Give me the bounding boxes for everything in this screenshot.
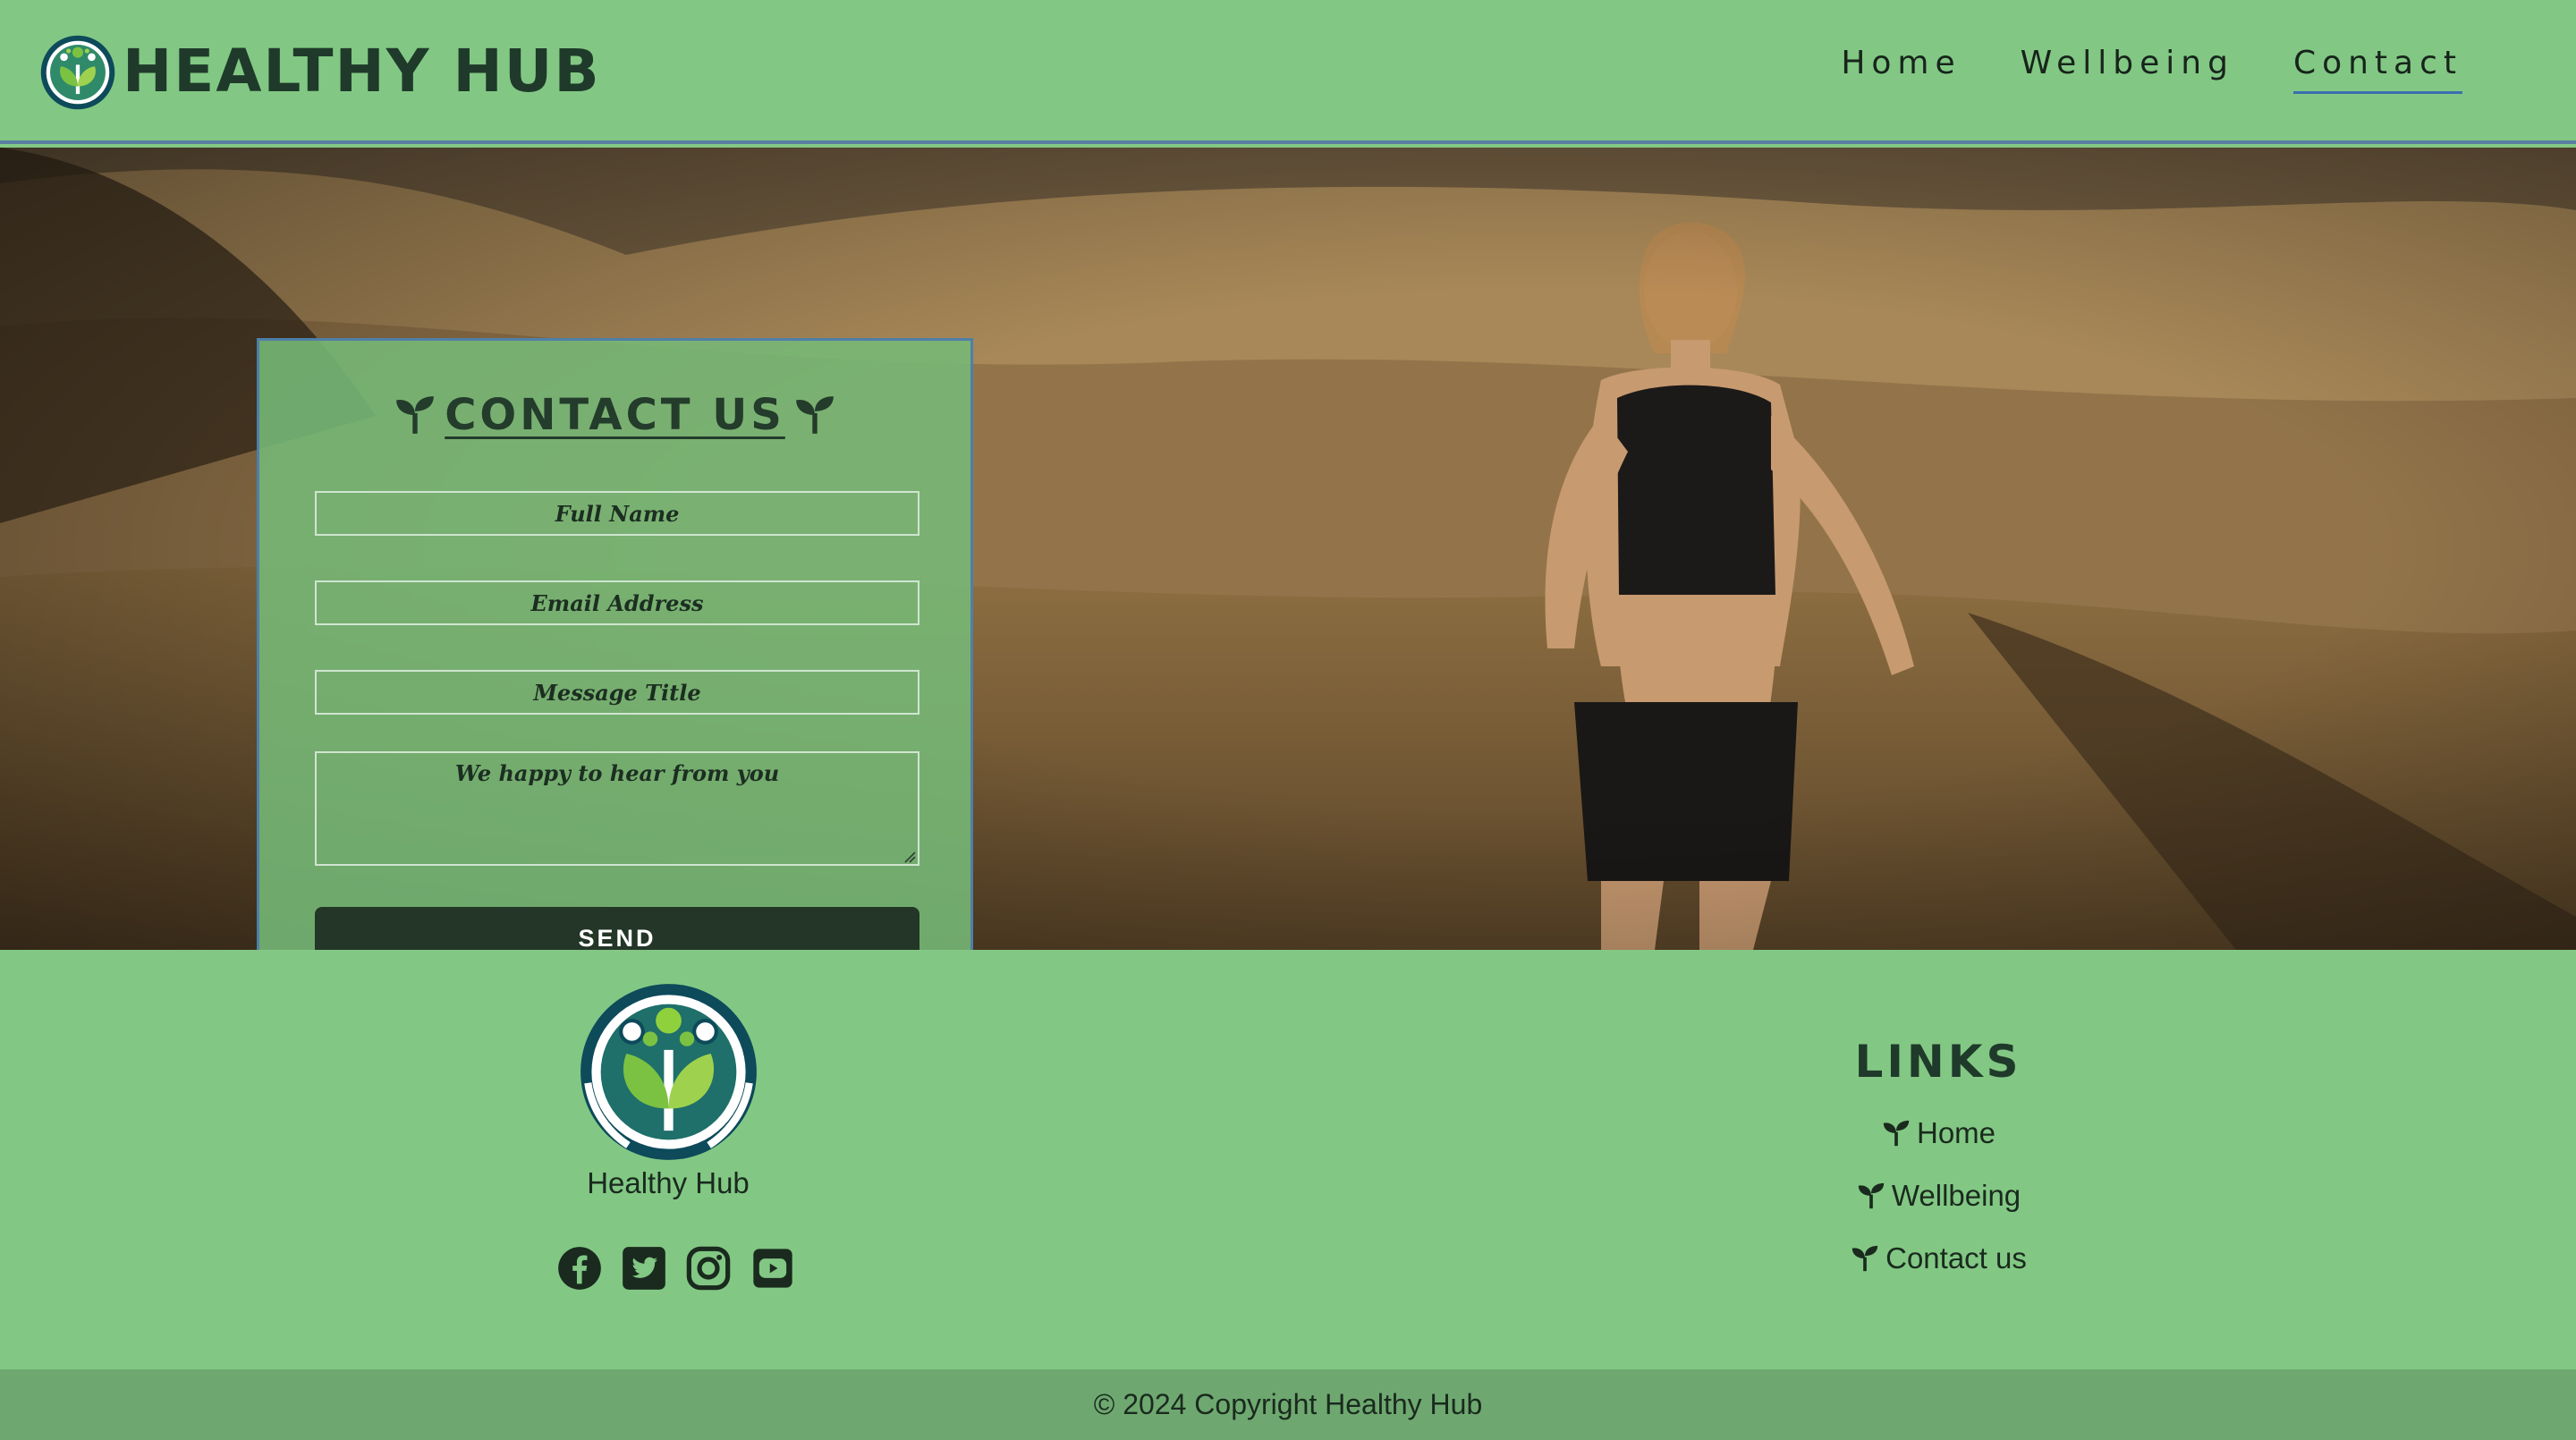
footer-link-wellbeing[interactable]: Wellbeing — [1759, 1165, 2117, 1227]
twitter-icon[interactable] — [621, 1245, 667, 1292]
sprout-icon — [396, 396, 435, 434]
instagram-icon[interactable] — [685, 1245, 732, 1292]
nav-contact-link[interactable]: Contact — [2292, 41, 2462, 94]
footer-link-contact[interactable]: Contact us — [1759, 1227, 2117, 1290]
sprout-icon — [1883, 1120, 1910, 1147]
facebook-icon[interactable] — [556, 1245, 603, 1292]
resize-grip-icon[interactable] — [902, 849, 916, 863]
footer-link-label: Home — [1916, 1116, 1996, 1149]
brand-name[interactable]: HEALTHY HUB — [123, 36, 601, 107]
social-links — [556, 1245, 796, 1292]
copyright-bar: © 2024 Copyright Healthy Hub — [0, 1369, 2576, 1440]
site-header: HEALTHY HUB Home Wellbeing Contact — [0, 0, 2576, 144]
message-textarea[interactable] — [315, 751, 919, 866]
hero-section: CONTACT US SEND — [0, 148, 2576, 950]
main-nav: Home Wellbeing Contact — [1841, 41, 2462, 94]
message-title-input[interactable] — [315, 670, 919, 715]
links-heading: LINKS — [1854, 1036, 2022, 1088]
youtube-icon[interactable] — [750, 1245, 796, 1292]
full-name-input[interactable] — [315, 491, 919, 536]
footer-link-label: Wellbeing — [1891, 1179, 2021, 1212]
sprout-icon — [795, 396, 834, 434]
nav-wellbeing-link[interactable]: Wellbeing — [2021, 41, 2234, 94]
send-button[interactable]: SEND — [315, 907, 919, 950]
nav-home-link[interactable]: Home — [1841, 41, 1961, 94]
footer-link-home[interactable]: Home — [1759, 1102, 2117, 1165]
sprout-icon — [1852, 1245, 1878, 1272]
contact-form-card: CONTACT US SEND — [257, 338, 973, 950]
contact-title-text: CONTACT US — [445, 390, 785, 440]
footer-link-label: Contact us — [1885, 1241, 2027, 1275]
email-address-input[interactable] — [315, 580, 919, 625]
footer-logo-icon[interactable] — [577, 980, 760, 1164]
footer-brand-name: Healthy Hub — [587, 1166, 750, 1199]
site-footer: Healthy Hub LINKS Home Wellbeing Contact… — [0, 950, 2576, 1369]
sprout-icon — [1858, 1182, 1885, 1209]
contact-title: CONTACT US — [259, 390, 970, 440]
footer-links: Home Wellbeing Contact us — [1759, 1102, 2117, 1290]
healthy-hub-logo-icon[interactable] — [39, 34, 116, 111]
